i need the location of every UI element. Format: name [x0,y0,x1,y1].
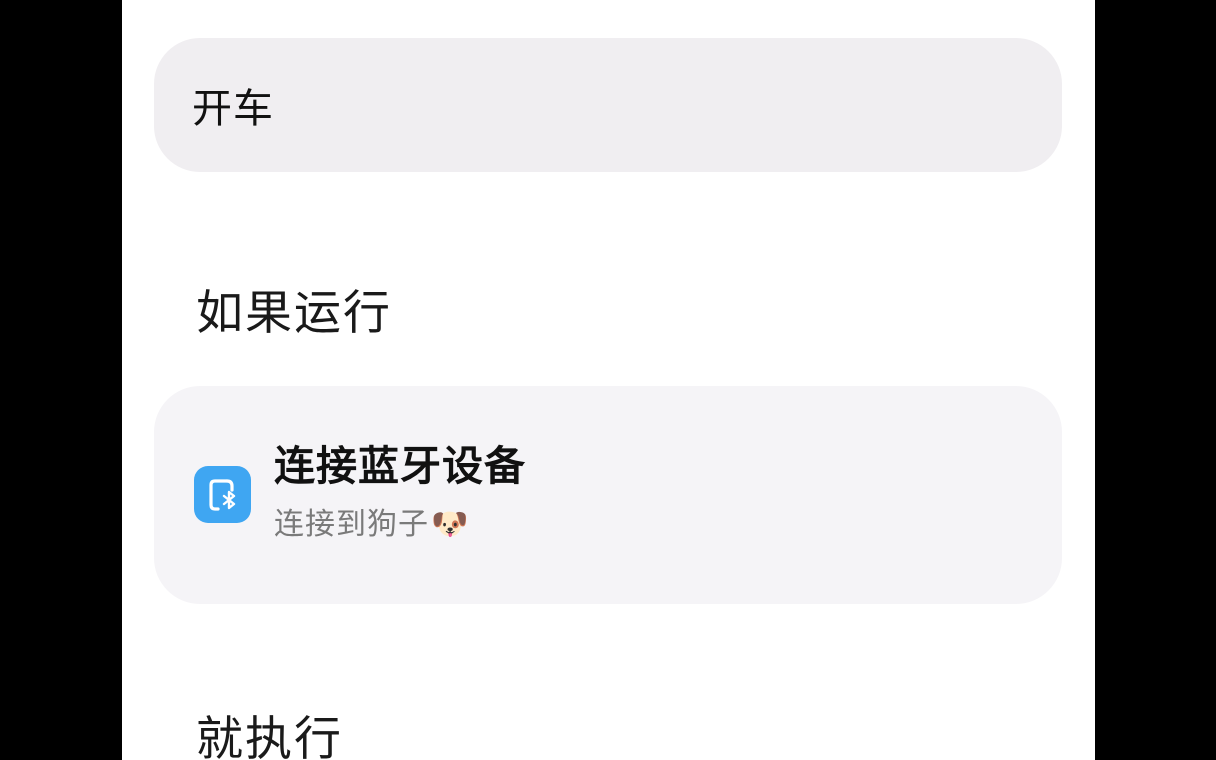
condition-subtitle: 连接到狗子 🐶 [274,510,469,540]
then-section-label: 就执行 [196,712,343,760]
condition-subtitle-text: 连接到狗子 [274,507,429,542]
automation-edit-screen: 开车 如果运行 连接蓝牙设备 连接到狗子 🐶 就执行 [122,0,1095,760]
condition-title: 连接蓝牙设备 [274,442,526,490]
dog-emoji-icon: 🐶 [431,507,470,542]
bluetooth-condition-card[interactable] [154,386,1062,604]
bluetooth-device-icon [194,466,251,523]
scene-name-field[interactable]: 开车 [154,38,1062,172]
if-section-label: 如果运行 [196,286,392,341]
scene-name-value: 开车 [192,86,274,132]
